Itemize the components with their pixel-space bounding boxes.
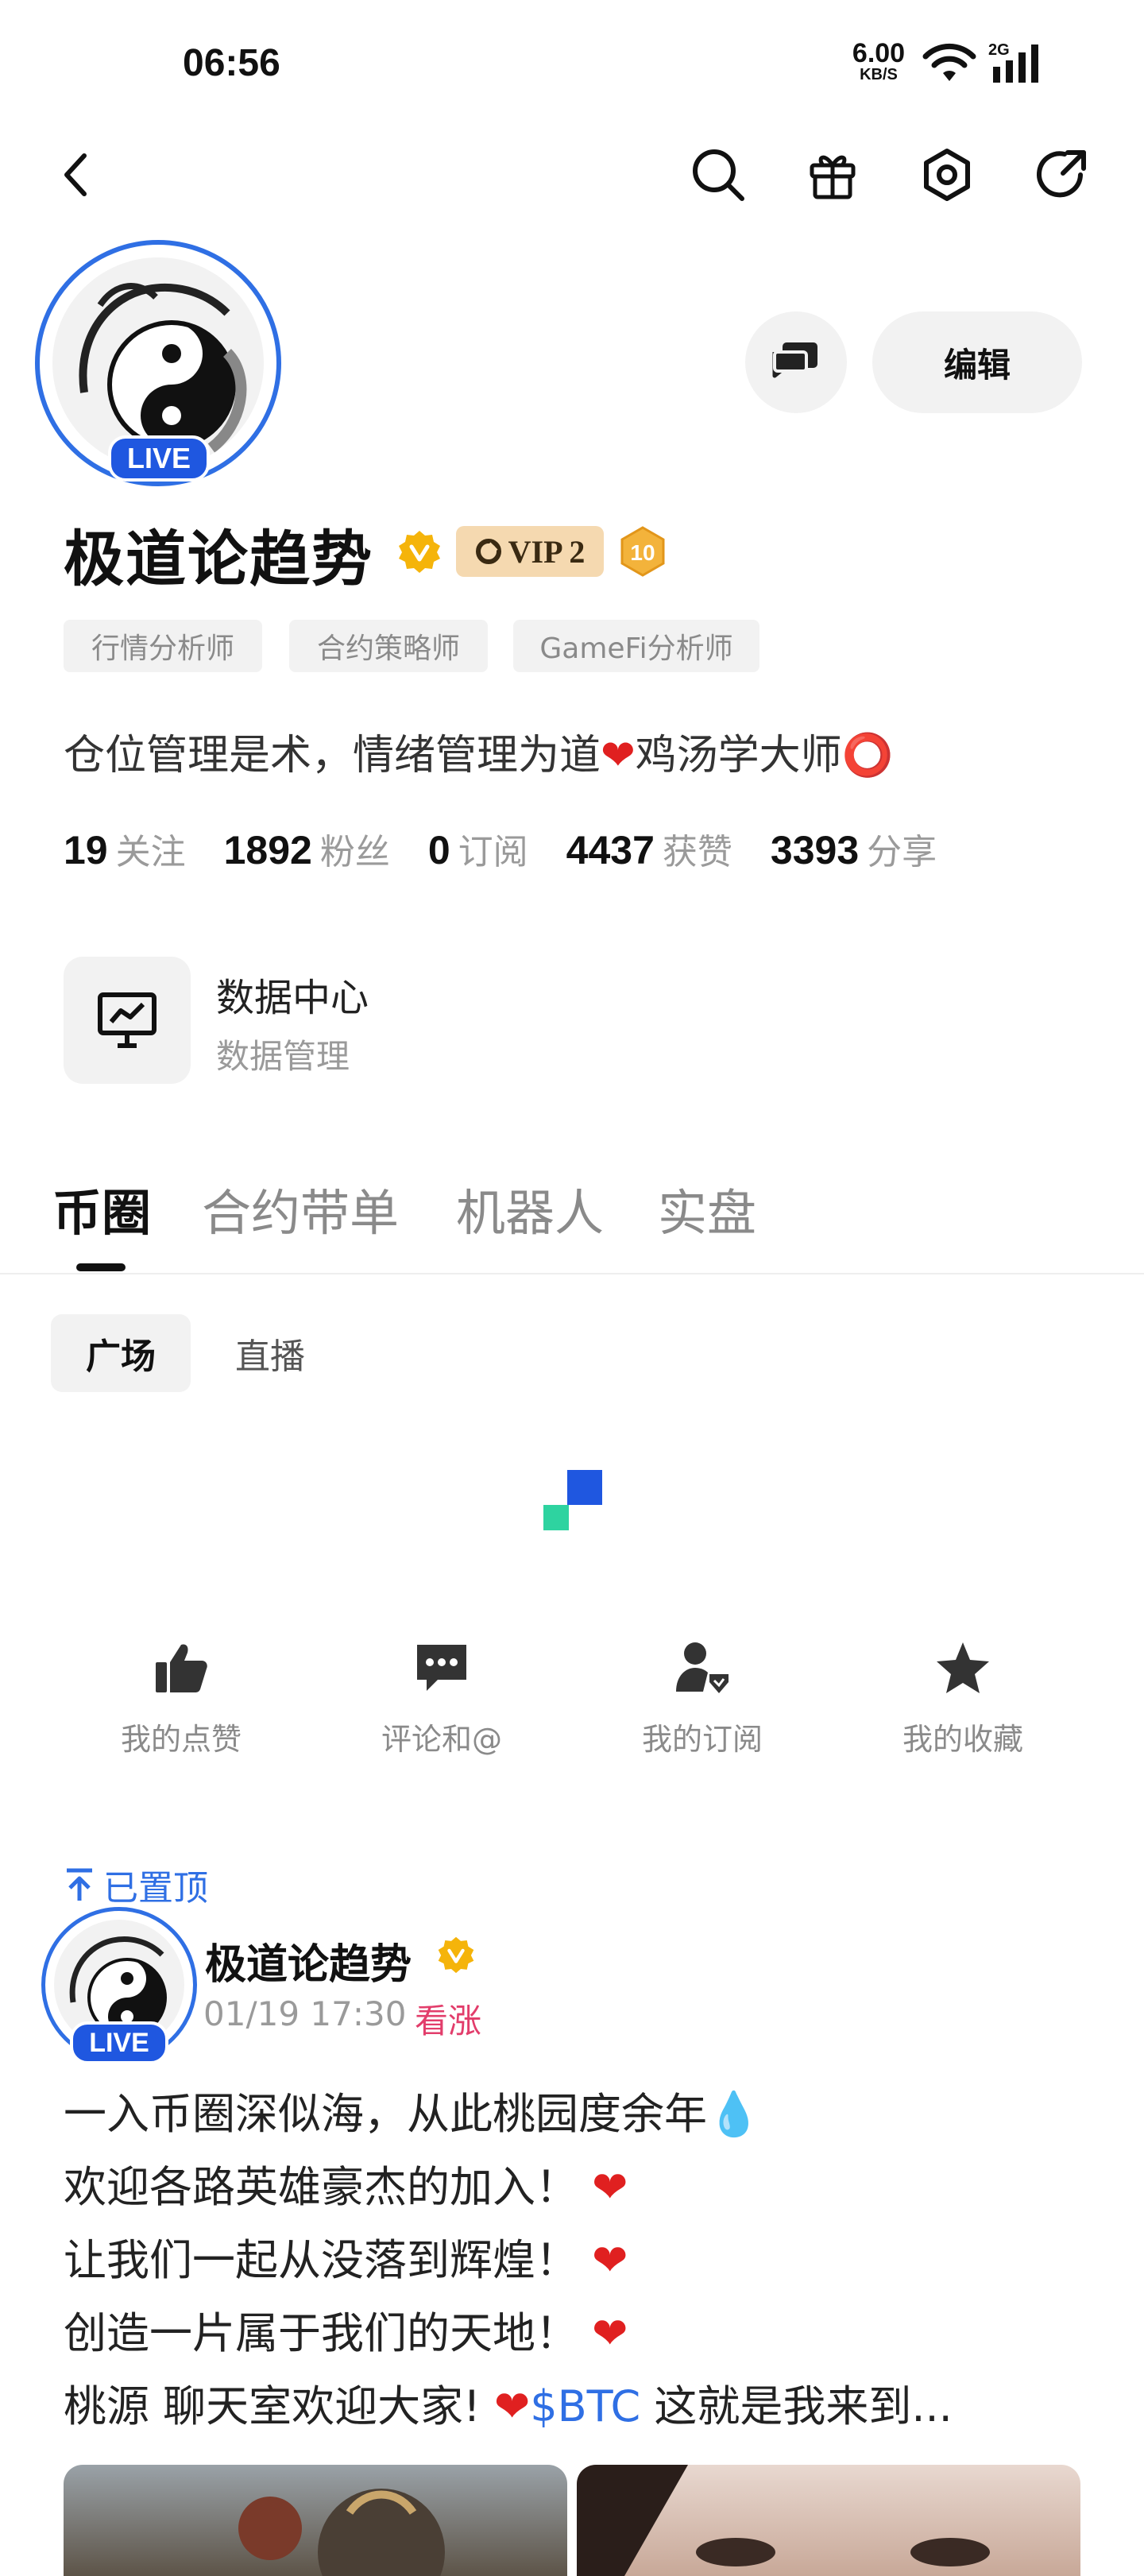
pinned-indicator: 已置顶 [64, 1859, 208, 1910]
post-time: 01/19 17:30 [203, 1994, 407, 2033]
bio-text-2: 鸡汤学大师 [635, 732, 842, 779]
settings-hex-icon[interactable] [915, 143, 979, 207]
tab-live-trading[interactable]: 实盘 [658, 1173, 756, 1244]
loading-icon [540, 1467, 605, 1535]
post-author[interactable]: 极道论趋势 [205, 1931, 412, 1990]
heart-icon: ❤ [592, 2308, 628, 2358]
heart-icon: ❤ [592, 2162, 628, 2212]
post-ticker-link[interactable]: $BTC [530, 2381, 640, 2431]
data-center-subtitle: 数据管理 [216, 1037, 350, 1076]
chat-icon [772, 342, 817, 378]
heart-icon: ❤ [601, 732, 636, 779]
post-line-5: 桃源 聊天室欢迎大家! ❤$BTC 这就是我来到... [64, 2381, 953, 2431]
tag-market-analyst: 行情分析师 [64, 620, 262, 672]
network-speed: 6.00 KB/S [841, 40, 917, 83]
post-line-4: 创造一片属于我们的天地！ ❤ [64, 2308, 628, 2358]
data-center-title[interactable]: 数据中心 [216, 966, 369, 1022]
tab-indicator [76, 1263, 126, 1271]
post-verified-icon [437, 1936, 475, 1977]
comment-icon [362, 1638, 521, 1697]
stat-followers[interactable]: 1892 粉丝 [224, 823, 390, 874]
quick-action-comments[interactable]: 评论和@ [362, 1638, 521, 1758]
circle-icon: ⭕ [841, 732, 894, 779]
post-line-1: 一入币圈深似海，从此桃园度余年💧 [64, 2089, 761, 2139]
data-center-icon[interactable] [64, 957, 191, 1084]
tag-contract-strategist: 合约策略师 [289, 620, 488, 672]
vip-badge[interactable]: VIP 2 [456, 526, 604, 577]
blood-drop-icon: 💧 [707, 2089, 761, 2139]
tab-copy-trading[interactable]: 合约带单 [202, 1173, 399, 1244]
subtab-live[interactable]: 直播 [235, 1314, 305, 1392]
search-icon[interactable] [686, 143, 750, 207]
stat-following[interactable]: 19 关注 [64, 823, 186, 874]
heart-icon: ❤ [592, 2235, 628, 2285]
quick-action-likes[interactable]: 我的点赞 [102, 1638, 261, 1758]
live-badge[interactable]: LIVE [108, 435, 210, 482]
quick-action-comments-label: 评论和@ [381, 1722, 502, 1757]
stat-shares: 3393 分享 [770, 828, 937, 872]
tab-bots[interactable]: 机器人 [456, 1173, 604, 1244]
profile-name: 极道论趋势 [64, 524, 373, 594]
quick-action-subscriptions-label: 我的订阅 [641, 1722, 763, 1757]
star-icon [883, 1638, 1042, 1697]
post-image-1[interactable] [64, 2465, 567, 2576]
tab-crypto[interactable]: 币圈 [52, 1173, 151, 1244]
vip-logo-icon [475, 539, 501, 564]
profile-bio: 仓位管理是术，情绪管理为道❤鸡汤学大师⭕ [64, 721, 893, 781]
level-number: 10 [630, 540, 655, 565]
thumbs-up-icon [102, 1638, 261, 1697]
quick-action-likes-label: 我的点赞 [120, 1722, 242, 1757]
signal-icon [993, 43, 1049, 87]
share-refresh-icon[interactable] [1030, 143, 1093, 207]
profile-stats: 19 关注 1892 粉丝 0 订阅 4437 获赞 3393 分享 [64, 823, 937, 874]
network-speed-unit: KB/S [860, 66, 898, 83]
subtab-square[interactable]: 广场 [51, 1314, 191, 1392]
verified-badge-icon [397, 529, 442, 574]
tag-gamefi-analyst: GameFi分析师 [513, 620, 759, 672]
heart-icon: ❤ [493, 2381, 531, 2431]
back-icon[interactable] [44, 143, 108, 207]
quick-action-favorites[interactable]: 我的收藏 [883, 1638, 1042, 1758]
wifi-icon [922, 43, 977, 87]
network-speed-value: 6.00 [852, 38, 906, 68]
gift-icon[interactable] [801, 143, 864, 207]
level-badge: 10 [618, 526, 667, 577]
post-line-2: 欢迎各路英雄豪杰的加入！ ❤ [64, 2162, 628, 2212]
post-live-badge[interactable]: LIVE [70, 2021, 168, 2064]
vip-label: VIP 2 [508, 533, 586, 570]
divider [0, 1273, 1144, 1274]
pin-top-icon [67, 1868, 92, 1901]
quick-action-favorites-label: 我的收藏 [902, 1722, 1023, 1757]
message-button[interactable] [745, 311, 847, 413]
stat-subscriptions[interactable]: 0 订阅 [428, 823, 528, 874]
quick-action-subscriptions[interactable]: 我的订阅 [623, 1638, 782, 1758]
stat-likes: 4437 获赞 [566, 828, 732, 872]
post-image-2[interactable] [577, 2465, 1080, 2576]
pinned-label: 已置顶 [103, 1868, 208, 1909]
bio-text-1: 仓位管理是术，情绪管理为道 [64, 732, 601, 779]
status-time: 06:56 [183, 42, 280, 84]
edit-profile-button[interactable]: 编辑 [872, 311, 1082, 413]
subscribe-user-icon [623, 1638, 782, 1697]
post-sentiment: 看涨 [415, 2002, 482, 2040]
post-line-3: 让我们一起从没落到辉煌！ ❤ [64, 2235, 628, 2285]
